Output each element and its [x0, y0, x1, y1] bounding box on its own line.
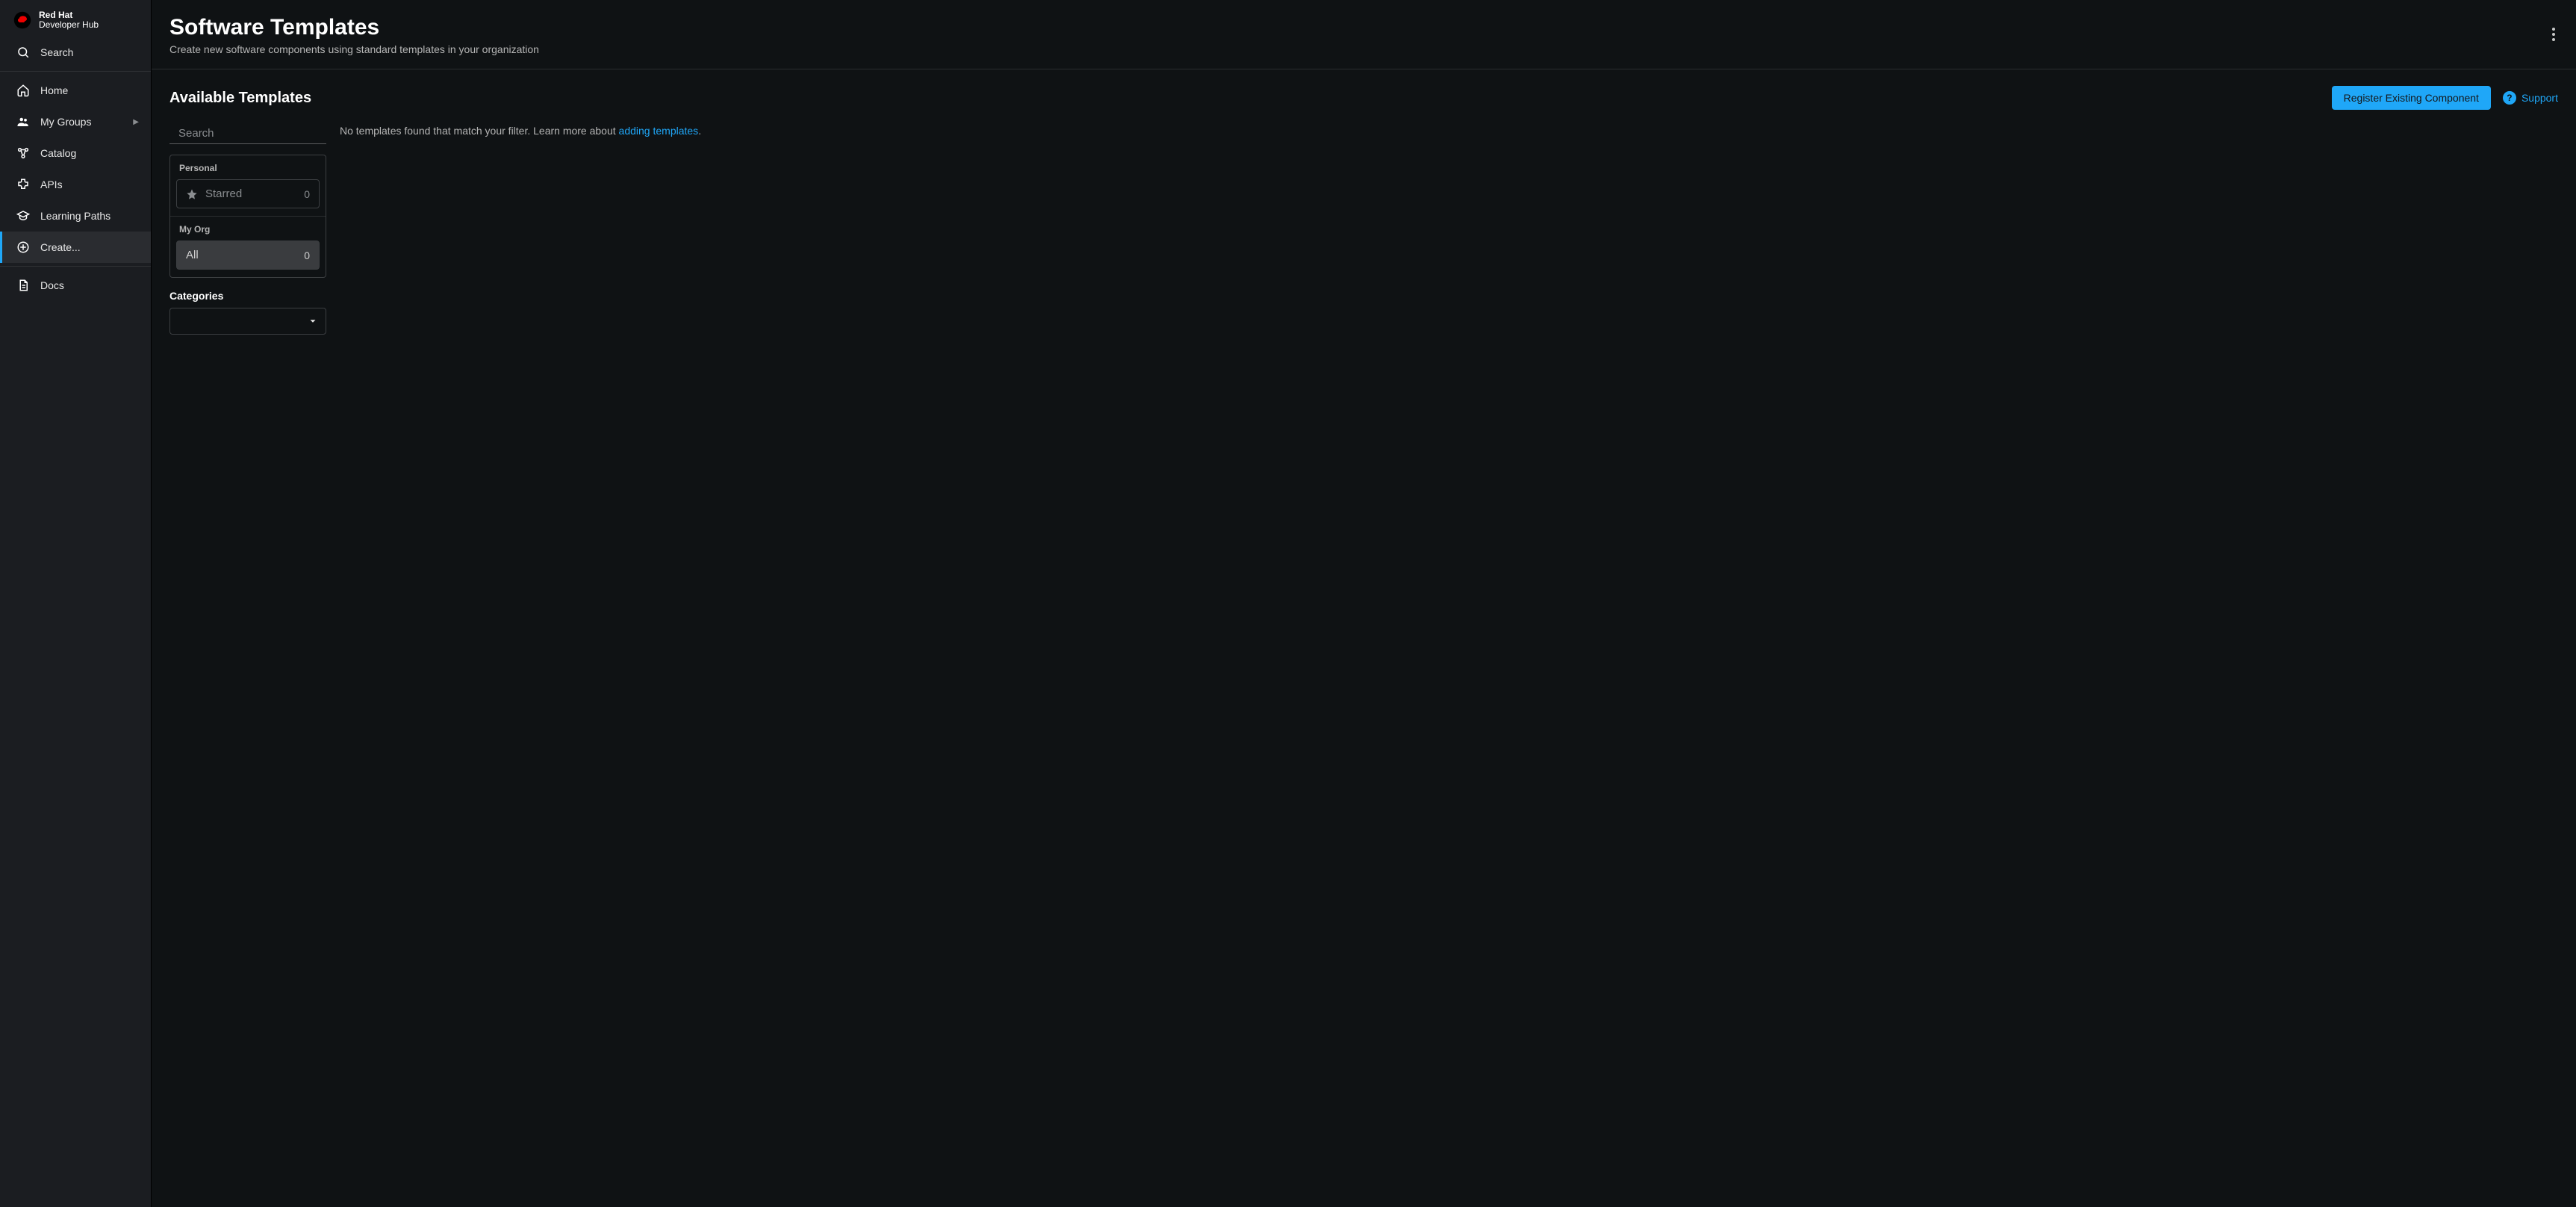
- header-kebab-menu[interactable]: [2546, 22, 2561, 46]
- extension-icon: [16, 178, 30, 191]
- docs-icon: [16, 279, 30, 292]
- filters-panel: Personal Starred 0 My Org: [169, 123, 326, 335]
- sidebar-item-docs[interactable]: Docs: [0, 270, 151, 301]
- learning-paths-icon: [16, 209, 30, 223]
- add-circle-icon: [16, 241, 30, 254]
- chevron-right-icon: ▶: [133, 118, 139, 126]
- redhat-fedora-icon: [13, 11, 31, 29]
- main-content: Software Templates Create new software c…: [152, 0, 2576, 1207]
- sidebar-item-label: Learning Paths: [40, 210, 111, 222]
- home-icon: [16, 84, 30, 97]
- filter-scope-panel: Personal Starred 0 My Org: [169, 155, 326, 278]
- sidebar-search-label: Search: [40, 46, 73, 58]
- search-icon: [16, 46, 30, 59]
- brand-line1: Red Hat: [39, 10, 99, 20]
- sidebar-item-label: My Groups: [40, 116, 91, 128]
- catalog-icon: [16, 146, 30, 160]
- star-icon: [186, 188, 198, 200]
- sidebar-item-my-groups[interactable]: My Groups ▶: [0, 106, 151, 137]
- filter-section-personal: Personal Starred 0: [170, 155, 326, 216]
- sidebar-search[interactable]: Search: [0, 37, 151, 68]
- help-icon: ?: [2503, 91, 2516, 105]
- sidebar-item-label: Catalog: [40, 147, 76, 159]
- brand-line2: Developer Hub: [39, 20, 99, 30]
- filter-option-label: Starred: [205, 187, 242, 200]
- empty-state-message: No templates found that match your filte…: [340, 125, 2558, 137]
- adding-templates-link[interactable]: adding templates: [619, 125, 699, 137]
- sidebar-item-catalog[interactable]: Catalog: [0, 137, 151, 169]
- filter-option-count: 0: [304, 188, 310, 200]
- register-existing-component-button[interactable]: Register Existing Component: [2332, 86, 2491, 110]
- sidebar-item-label: APIs: [40, 179, 63, 190]
- page-title: Software Templates: [169, 15, 539, 40]
- filter-option-count: 0: [304, 249, 310, 261]
- sidebar-item-create[interactable]: Create...: [0, 232, 151, 263]
- results-area: No templates found that match your filte…: [340, 123, 2558, 137]
- brand-logo[interactable]: Red Hat Developer Hub: [0, 0, 151, 37]
- sidebar-item-learning-paths[interactable]: Learning Paths: [0, 200, 151, 232]
- nav-divider: [0, 71, 151, 72]
- filter-option-all[interactable]: All 0: [176, 241, 320, 270]
- support-link[interactable]: ? Support: [2503, 91, 2558, 105]
- sidebar-nav: Search Home My Groups ▶ Cata: [0, 37, 151, 301]
- empty-prefix: No templates found that match your filte…: [340, 125, 619, 137]
- group-icon: [16, 115, 30, 128]
- filter-option-starred[interactable]: Starred 0: [176, 179, 320, 208]
- brand-text: Red Hat Developer Hub: [39, 10, 99, 29]
- chevron-down-icon: [308, 316, 318, 326]
- sidebar-item-apis[interactable]: APIs: [0, 169, 151, 200]
- categories-select[interactable]: [169, 308, 326, 335]
- section-title: Available Templates: [169, 90, 311, 107]
- sidebar: Red Hat Developer Hub Search Home: [0, 0, 152, 1207]
- page-header: Software Templates Create new software c…: [152, 0, 2576, 69]
- sidebar-item-label: Docs: [40, 279, 64, 291]
- nav-divider: [0, 266, 151, 267]
- filter-section-label: Personal: [176, 163, 320, 179]
- page-subtitle: Create new software components using sta…: [169, 43, 539, 55]
- sidebar-item-label: Create...: [40, 241, 81, 253]
- categories-label: Categories: [169, 290, 326, 302]
- filter-option-label: All: [186, 249, 199, 261]
- filter-section-myorg: My Org All 0: [170, 216, 326, 277]
- sidebar-item-home[interactable]: Home: [0, 75, 151, 106]
- kebab-icon: [2552, 28, 2555, 41]
- filter-search-input[interactable]: [177, 126, 329, 140]
- empty-suffix: .: [698, 125, 701, 137]
- sidebar-item-label: Home: [40, 84, 68, 96]
- support-label: Support: [2521, 92, 2558, 104]
- toolbar: Available Templates Register Existing Co…: [169, 86, 2558, 110]
- filter-search[interactable]: [169, 123, 326, 144]
- filter-section-label: My Org: [176, 224, 320, 241]
